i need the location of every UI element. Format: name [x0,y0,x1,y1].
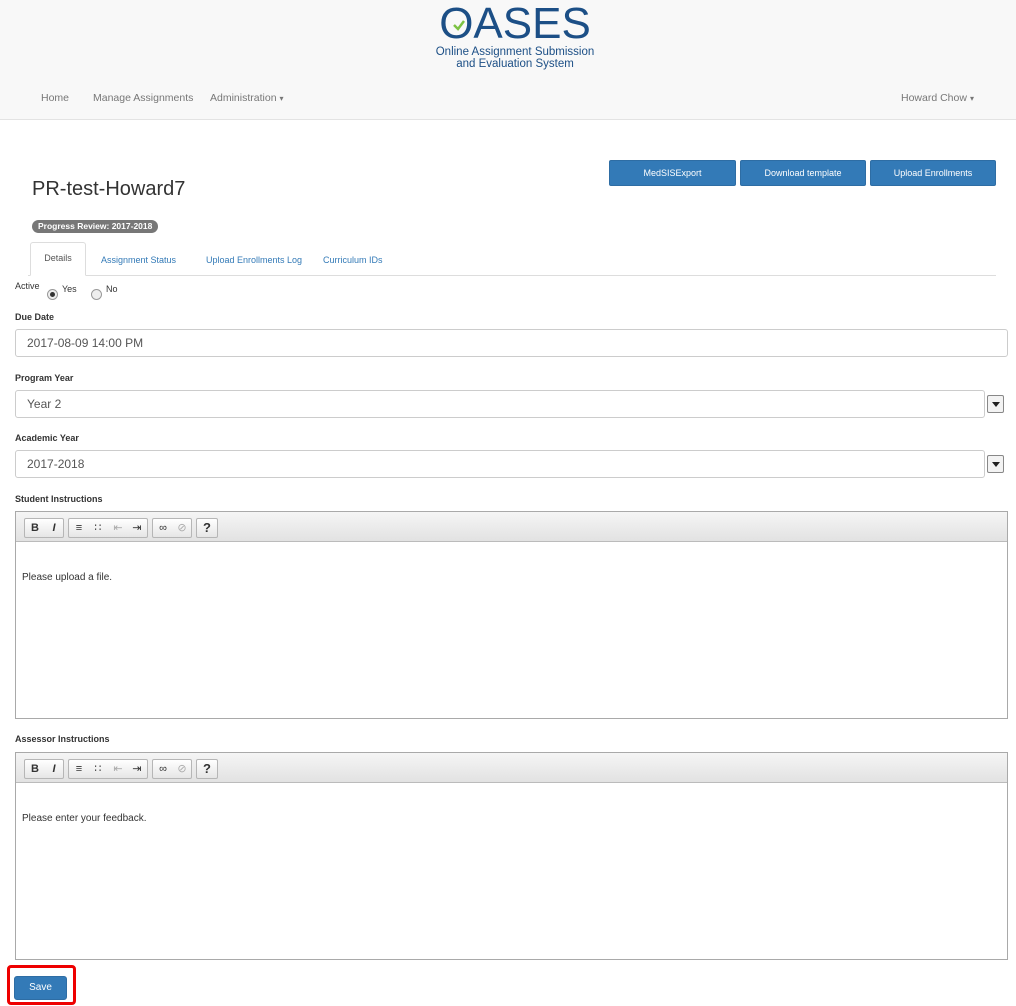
link-group: ∞ ⊘ [152,518,192,538]
assessor-instructions-label: Assessor Instructions [15,734,110,744]
student-instructions-editor[interactable]: B I ≡ ∷ ⇤ ⇥ ∞ ⊘ ? Please upload a file. [15,511,1008,719]
user-name: Howard Chow [901,92,967,104]
program-year-select[interactable]: Year 2 [15,390,985,418]
italic-button[interactable]: I [45,760,63,778]
list-group: ≡ ∷ ⇤ ⇥ [68,518,148,538]
tab-details[interactable]: Details [30,242,86,276]
nav-administration[interactable]: Administration ▾ [210,92,284,104]
student-instructions-label: Student Instructions [15,494,103,504]
active-yes-label: Yes [62,284,77,294]
checkmark-icon [453,20,466,31]
active-no-radio[interactable] [91,289,102,300]
save-button[interactable]: Save [14,976,67,1000]
italic-button[interactable]: I [45,519,63,537]
assessor-instructions-text[interactable]: Please enter your feedback. [16,783,1007,824]
active-yes-radio[interactable] [47,289,58,300]
active-no-label: No [106,284,118,294]
outdent-icon[interactable]: ⇤ [109,760,127,778]
student-instructions-text[interactable]: Please upload a file. [16,542,1007,583]
help-button[interactable]: ? [198,519,216,537]
tab-assignment-status[interactable]: Assignment Status [101,255,176,265]
tab-upload-enrollments-log[interactable]: Upload Enrollments Log [206,255,302,265]
academic-year-label: Academic Year [15,433,79,443]
link-icon[interactable]: ∞ [154,519,172,537]
due-date-label: Due Date [15,312,55,322]
assessor-instructions-editor[interactable]: B I ≡ ∷ ⇤ ⇥ ∞ ⊘ ? Please enter your feed… [15,752,1008,960]
active-label: Active [15,281,40,291]
bold-button[interactable]: B [26,760,44,778]
tab-curriculum-ids[interactable]: Curriculum IDs [323,255,383,265]
oases-logo[interactable]: OASES Online Assignment Submission and E… [430,2,600,78]
logo-wordmark: OASES [439,0,591,48]
download-template-button[interactable]: Download template [740,160,866,186]
tab-divider [28,275,996,276]
link-icon[interactable]: ∞ [154,760,172,778]
program-year-label: Program Year [15,373,74,383]
help-group: ? [196,759,218,779]
editor-toolbar: B I ≡ ∷ ⇤ ⇥ ∞ ⊘ ? [16,753,1007,783]
editor-toolbar: B I ≡ ∷ ⇤ ⇥ ∞ ⊘ ? [16,512,1007,542]
numbered-list-icon[interactable]: ≡ [70,760,88,778]
format-group: B I [24,518,64,538]
bulleted-list-icon[interactable]: ∷ [89,519,107,537]
help-button[interactable]: ? [198,760,216,778]
medsis-export-button[interactable]: MedSISExport [609,160,736,186]
top-navbar: OASES Online Assignment Submission and E… [0,0,1016,120]
list-group: ≡ ∷ ⇤ ⇥ [68,759,148,779]
review-badge: Progress Review: 2017-2018 [32,220,159,233]
upload-enrollments-button[interactable]: Upload Enrollments [870,160,996,186]
outdent-icon[interactable]: ⇤ [109,519,127,537]
page-title: PR-test-Howard7 [32,178,186,200]
academic-year-dropdown-icon[interactable] [987,455,1004,473]
link-group: ∞ ⊘ [152,759,192,779]
help-group: ? [196,518,218,538]
due-date-input[interactable]: 2017-08-09 14:00 PM [15,329,1008,357]
indent-icon[interactable]: ⇥ [128,760,146,778]
caret-down-icon: ▾ [279,94,284,103]
nav-manage-assignments[interactable]: Manage Assignments [93,92,193,104]
indent-icon[interactable]: ⇥ [128,519,146,537]
bulleted-list-icon[interactable]: ∷ [89,760,107,778]
format-group: B I [24,759,64,779]
nav-administration-label: Administration [210,92,277,104]
bold-button[interactable]: B [26,519,44,537]
program-year-dropdown-icon[interactable] [987,395,1004,413]
user-menu[interactable]: Howard Chow ▾ [901,92,974,104]
logo-subtitle-2: and Evaluation System [456,58,574,70]
unlink-icon[interactable]: ⊘ [173,519,191,537]
numbered-list-icon[interactable]: ≡ [70,519,88,537]
academic-year-select[interactable]: 2017-2018 [15,450,985,478]
unlink-icon[interactable]: ⊘ [173,760,191,778]
caret-down-icon: ▾ [969,94,974,103]
nav-home[interactable]: Home [41,92,69,104]
